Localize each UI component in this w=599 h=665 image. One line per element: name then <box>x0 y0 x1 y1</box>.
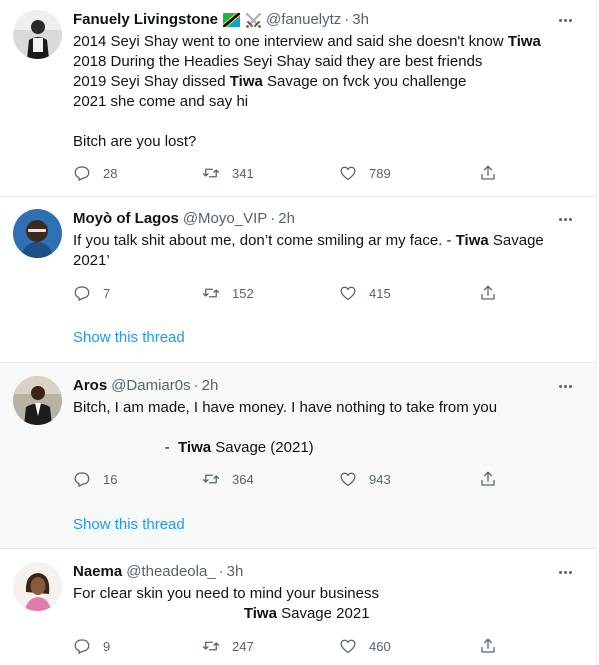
more-icon[interactable] <box>555 376 575 396</box>
like-icon <box>340 286 356 301</box>
share-button[interactable] <box>479 163 497 183</box>
author-name[interactable]: Fanuely Livingstone <box>73 10 218 30</box>
like-button[interactable]: 789 <box>339 163 391 183</box>
tweet[interactable]: Moyò of Lagos @Moyo_VIP · 2h If you talk… <box>0 197 597 363</box>
avatar[interactable] <box>13 209 62 258</box>
retweet-icon <box>202 168 220 178</box>
avatar[interactable] <box>13 376 62 425</box>
share-icon <box>481 638 495 653</box>
tweet-line <box>73 112 578 132</box>
more-icon[interactable] <box>555 10 575 30</box>
like-icon <box>340 639 356 654</box>
share-icon <box>481 285 495 300</box>
retweet-button[interactable]: 247 <box>202 636 254 656</box>
tweet-line: 2021 she come and say hi <box>73 93 249 110</box>
tanzania-flag-icon <box>223 13 241 27</box>
tweet-line: Bitch are you lost? <box>73 133 197 150</box>
show-thread-link[interactable]: Show this thread <box>73 515 185 535</box>
reply-icon <box>74 166 90 181</box>
separator-dot: · <box>344 11 350 28</box>
tweet-timestamp[interactable]: 2h <box>202 376 219 396</box>
author-handle[interactable]: @Moyo_VIP <box>183 209 267 229</box>
tweet-actions: 7 152 415 <box>73 283 513 303</box>
tweet-actions: 16 364 943 <box>73 469 513 489</box>
tweet-timestamp[interactable]: 3h <box>227 562 244 582</box>
share-button[interactable] <box>479 636 497 656</box>
tweet-line: - Tiwa Savage (2021) <box>73 439 314 456</box>
like-button[interactable]: 415 <box>339 283 391 303</box>
reply-count: 7 <box>103 285 111 301</box>
reply-button[interactable]: 7 <box>73 283 110 303</box>
reply-button[interactable]: 9 <box>73 636 110 656</box>
like-button[interactable]: 460 <box>339 636 391 656</box>
tweet-line: 2019 Seyi Shay dissed Tiwa Savage on fvc… <box>73 73 467 90</box>
tweet-line: If you talk shit about me, don’t come sm… <box>73 232 544 249</box>
separator-dot: · <box>193 377 199 394</box>
avatar[interactable] <box>13 562 62 611</box>
retweet-count: 152 <box>232 285 254 301</box>
crossed-swords-icon <box>245 12 262 29</box>
tweet-line: 2018 During the Headies Seyi Shay said t… <box>73 53 483 70</box>
share-icon <box>481 471 495 486</box>
tweet-line: Tiwa Savage 2021 <box>243 605 370 622</box>
like-count: 460 <box>369 638 391 654</box>
author-name[interactable]: Aros <box>73 376 107 396</box>
tweet-line: For clear skin you need to mind your bus… <box>73 585 379 602</box>
more-icon[interactable] <box>555 209 575 229</box>
retweet-icon <box>202 288 220 298</box>
avatar[interactable] <box>13 10 62 59</box>
tweet[interactable]: Aros @Damiar0s · 2h Bitch, I am made, I … <box>0 363 597 549</box>
timeline-feed: Fanuely Livingstone @fanuelytz · 3h 2014… <box>0 0 597 665</box>
retweet-count: 364 <box>232 471 254 487</box>
separator-dot: · <box>218 563 224 580</box>
reply-button[interactable]: 16 <box>73 469 117 489</box>
tweet-line: 2014 Seyi Shay went to one interview and… <box>73 33 541 50</box>
share-button[interactable] <box>479 469 497 489</box>
author-name[interactable]: Naema <box>73 562 122 582</box>
more-icon[interactable] <box>555 562 575 582</box>
reply-count: 16 <box>103 471 118 487</box>
tweet-timestamp[interactable]: 2h <box>278 209 295 229</box>
tweet-actions: 9 247 460 <box>73 636 513 656</box>
tweet-timestamp[interactable]: 3h <box>352 10 369 30</box>
like-button[interactable]: 943 <box>339 469 391 489</box>
reply-button[interactable]: 28 <box>73 163 117 183</box>
tweet[interactable]: Naema @theadeola_ · 3h For clear skin yo… <box>0 549 597 665</box>
retweet-button[interactable]: 152 <box>202 283 254 303</box>
retweet-button[interactable]: 341 <box>202 163 254 183</box>
retweet-icon <box>202 474 220 484</box>
separator-dot: · <box>270 210 276 227</box>
tweet-line <box>73 418 578 438</box>
reply-count: 28 <box>103 165 118 181</box>
retweet-count: 341 <box>232 165 254 181</box>
like-count: 789 <box>369 165 391 181</box>
tweet-text: If you talk shit about me, don’t come sm… <box>73 231 578 271</box>
show-thread-link[interactable]: Show this thread <box>73 328 185 348</box>
author-handle[interactable]: @fanuelytz <box>266 10 341 30</box>
reply-icon <box>74 472 90 487</box>
author-handle[interactable]: @theadeola_ <box>126 562 215 582</box>
tweet-text: For clear skin you need to mind your bus… <box>73 584 578 624</box>
reply-icon <box>74 286 90 301</box>
author-handle[interactable]: @Damiar0s <box>111 376 190 396</box>
author-name[interactable]: Moyò of Lagos <box>73 209 179 229</box>
reply-icon <box>74 639 90 654</box>
share-icon <box>481 165 495 180</box>
tweet[interactable]: Fanuely Livingstone @fanuelytz · 3h 2014… <box>0 0 597 197</box>
tweet-text: Bitch, I am made, I have money. I have n… <box>73 398 578 458</box>
like-count: 943 <box>369 471 391 487</box>
like-icon <box>340 472 356 487</box>
retweet-icon <box>202 641 220 651</box>
like-count: 415 <box>369 285 391 301</box>
tweet-text: 2014 Seyi Shay went to one interview and… <box>73 32 578 152</box>
tweet-actions: 28 341 789 <box>73 163 513 183</box>
retweet-button[interactable]: 364 <box>202 469 254 489</box>
like-icon <box>340 166 356 181</box>
share-button[interactable] <box>479 283 497 303</box>
tweet-line: 2021’ <box>73 252 110 269</box>
reply-count: 9 <box>103 638 111 654</box>
retweet-count: 247 <box>232 638 254 654</box>
tweet-line: Bitch, I am made, I have money. I have n… <box>73 399 498 416</box>
